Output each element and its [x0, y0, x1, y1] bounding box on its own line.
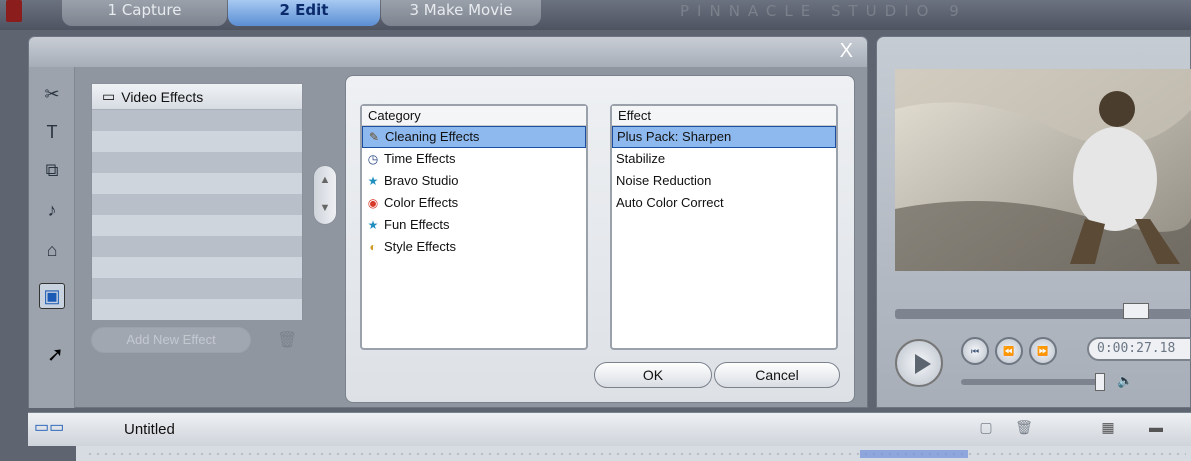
video-effects-header: ▭ Video Effects: [92, 84, 302, 110]
broom-icon: ✎: [368, 130, 380, 144]
category-item-style-effects[interactable]: ◐ Style Effects: [362, 236, 586, 258]
transition-tools-icon[interactable]: ⧉: [39, 157, 65, 183]
fast-forward-icon[interactable]: ⏩: [1029, 337, 1057, 365]
star-icon: ★: [367, 218, 379, 232]
effect-item-stabilize[interactable]: Stabilize: [612, 148, 836, 170]
title-tools-icon[interactable]: T: [39, 119, 65, 145]
cancel-button[interactable]: Cancel: [714, 362, 840, 388]
scroll-down-icon[interactable]: ▼: [314, 194, 336, 222]
video-effects-tool-icon[interactable]: ▣: [39, 283, 65, 309]
volume-handle[interactable]: [1095, 373, 1105, 391]
scrub-handle[interactable]: [1123, 303, 1149, 319]
play-button[interactable]: [895, 339, 943, 387]
toolbox-column: ✂ T ⧉ ♪ ⌂ ▣ ➚: [29, 67, 75, 408]
timeline-toolbar: ▭▭ Untitled ▢ 🗑 ▦ ▬: [28, 412, 1191, 446]
tab-capture[interactable]: 1 Capture: [62, 0, 227, 26]
list-item[interactable]: [92, 215, 302, 236]
effect-item-noise-reduction[interactable]: Noise Reduction: [612, 170, 836, 192]
list-scroll-control[interactable]: ▲ ▼: [313, 165, 337, 225]
timeline-selection[interactable]: [860, 450, 968, 458]
video-tools-icon[interactable]: ✂: [39, 81, 65, 107]
add-effect-dialog: Category ✎ Cleaning Effects ◷ Time Effec…: [345, 75, 855, 403]
top-tab-bar: 1 Capture 2 Edit 3 Make Movie PINNACLE S…: [0, 0, 1191, 30]
project-title: Untitled: [124, 421, 175, 438]
category-item-bravo-studio[interactable]: ★ Bravo Studio: [362, 170, 586, 192]
video-effects-label: Video Effects: [121, 88, 204, 105]
timeline-view-icon[interactable]: ▬: [1146, 419, 1166, 439]
close-button[interactable]: X: [840, 40, 853, 62]
list-item[interactable]: [92, 173, 302, 194]
folder-icon: ▭: [102, 88, 116, 104]
list-item[interactable]: [92, 299, 302, 320]
color-wheel-icon: ◉: [367, 196, 379, 210]
panel-titlebar: X: [29, 37, 867, 67]
sound-effects-icon[interactable]: ⌂: [39, 237, 65, 263]
add-new-effect-button[interactable]: Add New Effect: [91, 327, 251, 353]
star-icon: ★: [367, 174, 379, 188]
player-panel: ⏮ ⏪ ⏩ 0:00:27.18 🔈: [876, 36, 1191, 408]
category-item-color-effects[interactable]: ◉ Color Effects: [362, 192, 586, 214]
speaker-icon[interactable]: 🔈: [1117, 373, 1133, 389]
delete-clip-icon[interactable]: 🗑: [1014, 419, 1034, 439]
list-item[interactable]: [92, 257, 302, 278]
storyboard-view-icon[interactable]: ▦: [1098, 419, 1118, 439]
effect-item-plus-pack-sharpen[interactable]: Plus Pack: Sharpen: [612, 126, 836, 148]
tab-make-movie[interactable]: 3 Make Movie: [381, 0, 541, 26]
effect-item-auto-color-correct[interactable]: Auto Color Correct: [612, 192, 836, 214]
list-item[interactable]: [92, 131, 302, 152]
volume-slider[interactable]: [961, 379, 1101, 385]
category-item-time-effects[interactable]: ◷ Time Effects: [362, 148, 586, 170]
video-effects-list: ▭ Video Effects: [91, 83, 303, 320]
effect-listbox: Effect Plus Pack: Sharpen Stabilize Nois…: [610, 104, 838, 350]
mouse-pointer-icon: ➚: [47, 344, 64, 366]
list-item[interactable]: [92, 152, 302, 173]
list-item[interactable]: [92, 236, 302, 257]
effects-panel: X ✂ T ⧉ ♪ ⌂ ▣ ➚ ▭ Video Effects ▲ ▼ Add …: [28, 36, 868, 408]
timeline-ruler: [86, 452, 1186, 456]
timecode-display[interactable]: 0:00:27.18: [1087, 337, 1191, 361]
split-clip-icon[interactable]: ▢: [976, 419, 996, 439]
category-item-cleaning-effects[interactable]: ✎ Cleaning Effects: [362, 126, 586, 148]
clock-icon: ◷: [367, 152, 379, 166]
palette-icon: ◐: [369, 240, 377, 254]
list-item[interactable]: [92, 110, 302, 131]
go-to-start-icon[interactable]: ⏮: [961, 337, 989, 365]
ok-button[interactable]: OK: [594, 362, 712, 388]
video-preview: [895, 69, 1191, 271]
category-item-fun-effects[interactable]: ★ Fun Effects: [362, 214, 586, 236]
category-header: Category: [362, 106, 586, 126]
audio-tools-icon[interactable]: ♪: [39, 197, 65, 223]
app-logo: [6, 0, 22, 22]
delete-effect-icon[interactable]: 🗑: [277, 330, 297, 350]
tab-edit[interactable]: 2 Edit: [228, 0, 380, 26]
list-item[interactable]: [92, 194, 302, 215]
list-item[interactable]: [92, 278, 302, 299]
category-listbox: Category ✎ Cleaning Effects ◷ Time Effec…: [360, 104, 588, 350]
storyboard-icon[interactable]: ▭▭: [34, 417, 84, 441]
effect-header: Effect: [612, 106, 836, 126]
scroll-up-icon[interactable]: ▲: [314, 166, 336, 194]
rewind-icon[interactable]: ⏪: [995, 337, 1023, 365]
app-title: PINNACLE STUDIO 9: [680, 2, 967, 20]
